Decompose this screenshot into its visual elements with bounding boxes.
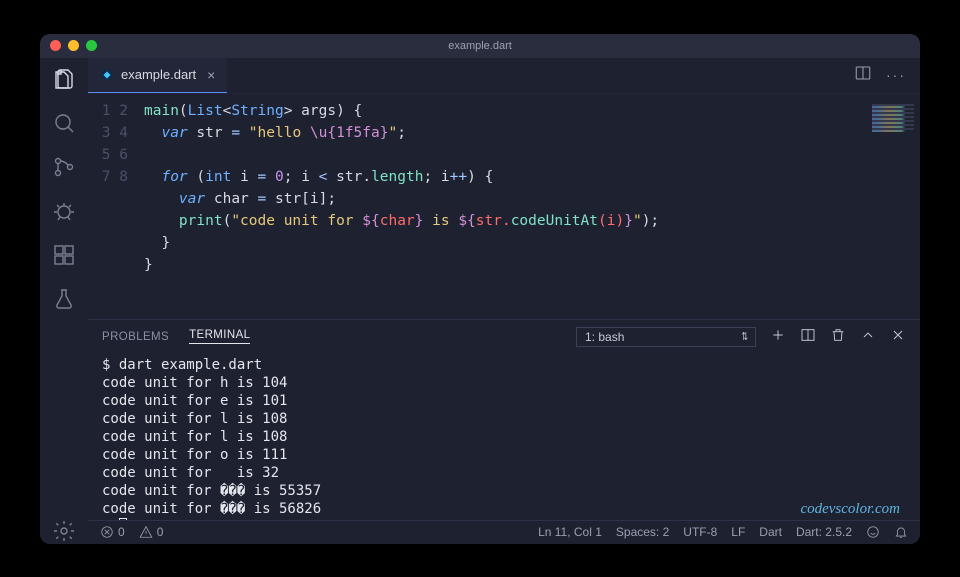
window-title: example.dart	[448, 40, 512, 52]
activity-bar	[40, 58, 88, 544]
feedback-smiley-icon[interactable]	[866, 525, 880, 539]
panel-tabs: PROBLEMS TERMINAL 1: bash	[88, 320, 920, 354]
close-panel-icon[interactable]	[890, 327, 906, 346]
maximize-panel-icon[interactable]	[860, 327, 876, 346]
titlebar: example.dart	[40, 34, 920, 58]
panel-actions: 1: bash	[576, 327, 906, 347]
terminal-line: code unit for e is 101	[102, 393, 287, 409]
terminal-cmd: $ dart example.dart	[102, 357, 262, 373]
bottom-panel: PROBLEMS TERMINAL 1: bash	[88, 319, 920, 520]
terminal-line: code unit for o is 111	[102, 447, 287, 463]
terminal-line: code unit for is 32	[102, 465, 279, 481]
tab-example-dart[interactable]: example.dart ×	[88, 58, 227, 93]
status-dart-sdk[interactable]: Dart: 2.5.2	[796, 525, 852, 539]
explorer-icon[interactable]	[51, 66, 77, 92]
settings-gear-icon[interactable]	[51, 518, 77, 544]
split-terminal-icon[interactable]	[800, 327, 816, 346]
code-content: main(List<String> args) { var str = "hel…	[144, 100, 860, 319]
more-actions-icon[interactable]: ···	[886, 67, 906, 83]
status-indent[interactable]: Spaces: 2	[616, 525, 669, 539]
main-area: example.dart × ··· 1 2 3 4 5 6 7 8 main(…	[88, 58, 920, 544]
terminal-line: code unit for ��� is 56826	[102, 501, 321, 517]
split-editor-icon[interactable]	[854, 64, 872, 87]
status-eol[interactable]: LF	[731, 525, 745, 539]
tab-close-icon[interactable]: ×	[207, 67, 215, 83]
terminal-output[interactable]: $ dart example.dart code unit for h is 1…	[88, 354, 920, 520]
window-body: example.dart × ··· 1 2 3 4 5 6 7 8 main(…	[40, 58, 920, 544]
traffic-lights	[50, 40, 97, 51]
status-encoding[interactable]: UTF-8	[683, 525, 717, 539]
terminal-line: code unit for ��� is 55357	[102, 483, 321, 499]
status-warnings[interactable]: 0	[139, 525, 164, 539]
vscode-window: example.dart	[40, 34, 920, 544]
maximize-dot-icon[interactable]	[86, 40, 97, 51]
new-terminal-icon[interactable]	[770, 327, 786, 346]
terminal-cursor-icon	[119, 518, 127, 520]
dart-file-icon	[100, 68, 114, 82]
kill-terminal-icon[interactable]	[830, 327, 846, 346]
status-errors[interactable]: 0	[100, 525, 125, 539]
terminal-line: code unit for l is 108	[102, 411, 287, 427]
watermark-text: codevscolor.com	[800, 500, 900, 518]
source-control-icon[interactable]	[51, 154, 77, 180]
close-dot-icon[interactable]	[50, 40, 61, 51]
editor-actions: ···	[854, 58, 920, 93]
line-gutter: 1 2 3 4 5 6 7 8	[88, 100, 144, 319]
minimap[interactable]	[860, 100, 920, 319]
search-icon[interactable]	[51, 110, 77, 136]
status-cursor-pos[interactable]: Ln 11, Col 1	[538, 525, 602, 539]
terminal-select[interactable]: 1: bash	[576, 327, 756, 347]
status-language[interactable]: Dart	[759, 525, 782, 539]
problems-tab[interactable]: PROBLEMS	[102, 331, 169, 343]
code-editor[interactable]: 1 2 3 4 5 6 7 8 main(List<String> args) …	[88, 94, 920, 319]
terminal-line: code unit for l is 108	[102, 429, 287, 445]
extensions-icon[interactable]	[51, 242, 77, 268]
notifications-bell-icon[interactable]	[894, 525, 908, 539]
editor-tabs: example.dart × ···	[88, 58, 920, 94]
minimize-dot-icon[interactable]	[68, 40, 79, 51]
tab-filename: example.dart	[121, 67, 196, 82]
terminal-tab[interactable]: TERMINAL	[189, 329, 250, 344]
beaker-icon[interactable]	[51, 286, 77, 312]
status-bar: 0 0 Ln 11, Col 1 Spaces: 2 UTF-8 LF Dart…	[88, 520, 920, 544]
debug-icon[interactable]	[51, 198, 77, 224]
terminal-selector[interactable]: 1: bash	[576, 327, 756, 347]
terminal-line: code unit for h is 104	[102, 375, 287, 391]
